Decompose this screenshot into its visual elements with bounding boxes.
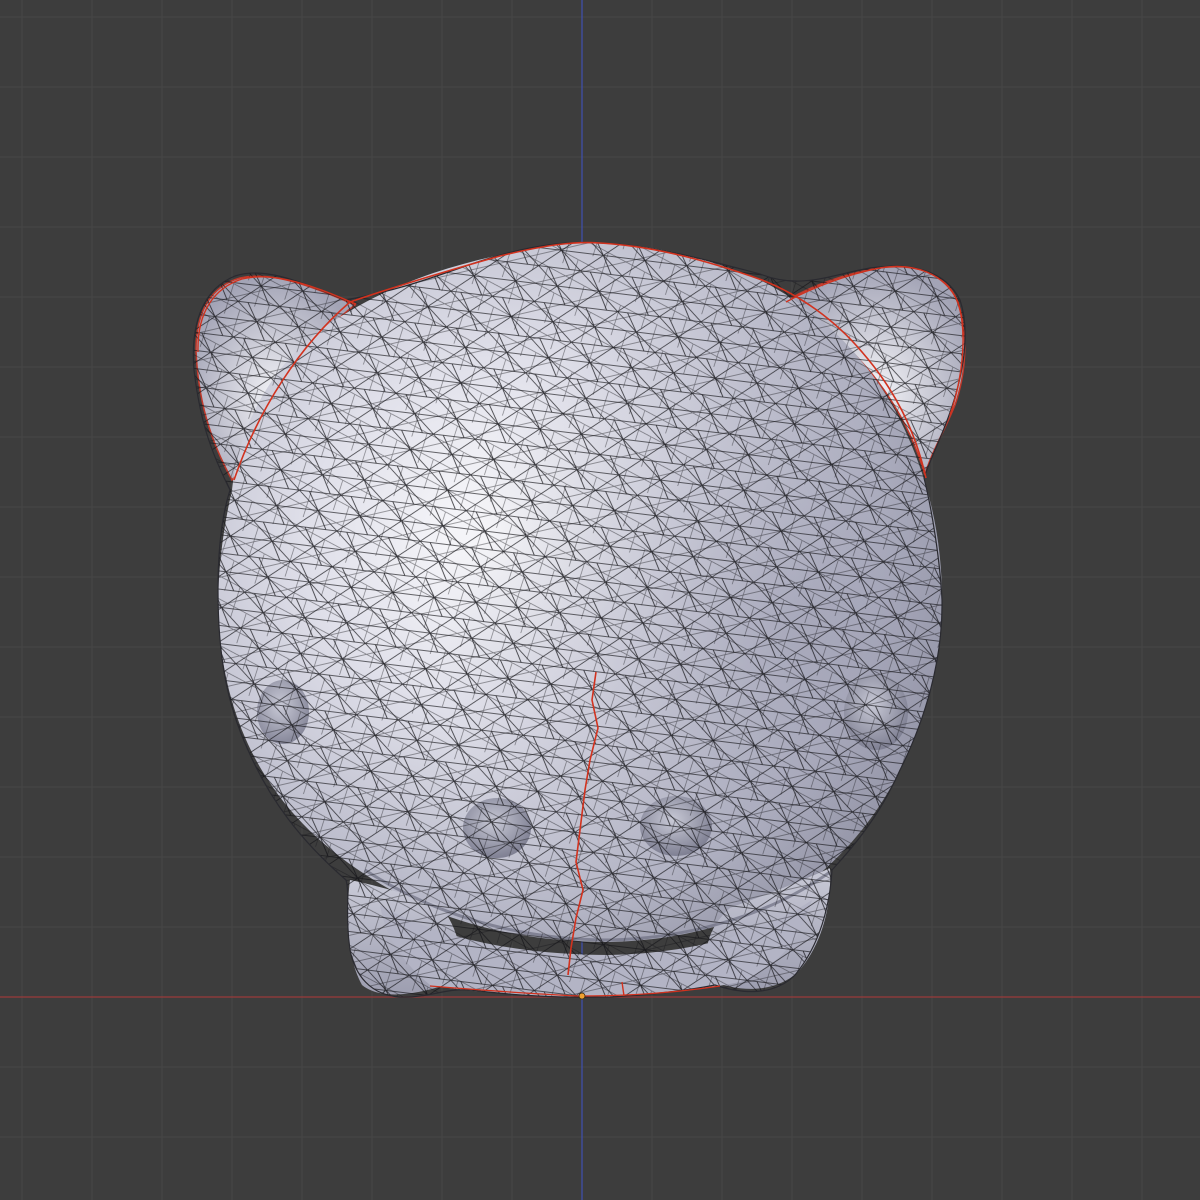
- viewport-canvas[interactable]: [0, 0, 1200, 1200]
- wireframe-overlay: [193, 242, 966, 998]
- object-origin[interactable]: [578, 992, 586, 1000]
- mesh-object[interactable]: [180, 230, 980, 1010]
- 3d-viewport[interactable]: [0, 0, 1200, 1200]
